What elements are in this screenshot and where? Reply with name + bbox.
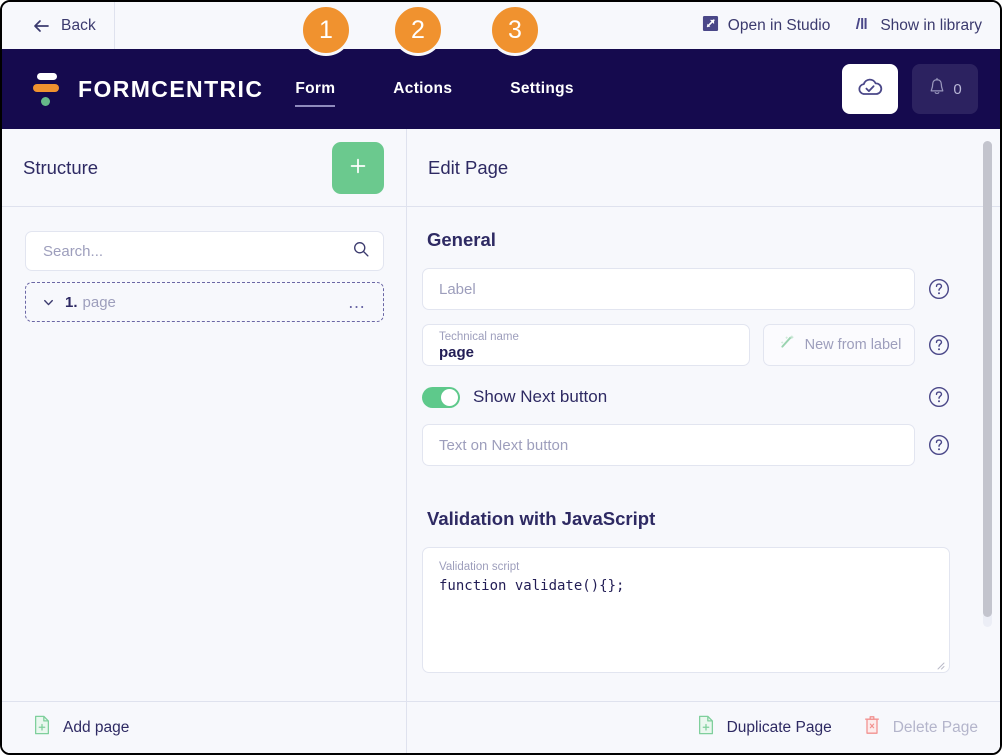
publish-button[interactable] — [842, 64, 898, 114]
search-icon[interactable] — [352, 240, 370, 263]
document-plus-icon — [32, 714, 52, 741]
step-badge-2: 2 — [392, 4, 444, 56]
library-bars-icon — [854, 15, 871, 37]
validation-section-title: Validation with JavaScript — [427, 508, 656, 529]
next-button-text-row: Text on Next button — [422, 424, 950, 466]
toggle-knob — [441, 388, 458, 406]
delete-page-label: Delete Page — [892, 718, 978, 736]
document-plus-icon — [696, 714, 716, 741]
trash-x-icon — [862, 714, 882, 741]
tree-item-index: 1. — [65, 293, 78, 311]
tree-item-more-button[interactable]: … — [348, 293, 368, 311]
footer-right: Duplicate Page Delete Page — [407, 702, 1000, 753]
chevron-down-icon[interactable] — [41, 295, 56, 310]
label-field-placeholder: Label — [439, 280, 476, 298]
tab-actions-label: Actions — [393, 80, 453, 97]
app-window: Back Open in Studio Show in library FORM… — [0, 0, 1002, 755]
next-button-text-field[interactable]: Text on Next button — [422, 424, 915, 466]
new-from-label-button[interactable]: New from label — [763, 324, 915, 366]
technical-name-field[interactable]: Technical name page — [422, 324, 750, 366]
technical-name-row: Technical name page New from label — [422, 324, 950, 366]
top-actions: Open in Studio Show in library — [702, 15, 1000, 37]
show-next-button-toggle[interactable] — [422, 386, 460, 408]
add-page-label: Add page — [63, 718, 130, 736]
help-circle-icon[interactable] — [928, 278, 950, 300]
duplicate-page-label: Duplicate Page — [726, 718, 832, 736]
resize-handle[interactable] — [934, 657, 945, 670]
help-circle-icon[interactable] — [928, 434, 950, 456]
bell-icon — [928, 77, 946, 102]
cloud-check-icon — [856, 75, 884, 104]
structure-header: Structure — [2, 129, 406, 207]
structure-panel: Structure Search... 1. page … — [2, 129, 407, 753]
tab-settings[interactable]: Settings — [510, 74, 574, 104]
duplicate-page-button[interactable]: Duplicate Page — [696, 714, 832, 741]
tree-item-page[interactable]: 1. page … — [25, 282, 384, 322]
back-button[interactable]: Back — [2, 2, 115, 49]
navbar-actions: 0 — [842, 64, 1000, 114]
main-navbar: FORMCENTRIC Form Actions Settings 0 — [2, 49, 1000, 129]
structure-title: Structure — [23, 156, 99, 178]
help-circle-icon[interactable] — [928, 334, 950, 356]
delete-page-button[interactable]: Delete Page — [862, 714, 978, 741]
brand-name: FORMCENTRIC — [78, 75, 264, 102]
label-field-row: Label — [422, 268, 950, 310]
validation-script-field[interactable]: Validation script function validate(){}; — [422, 547, 950, 673]
arrow-left-icon — [32, 17, 50, 35]
show-in-library-label: Show in library — [880, 16, 982, 34]
search-input[interactable] — [41, 241, 352, 261]
validation-script-value: function validate(){}; — [439, 578, 625, 594]
show-next-button-row: Show Next button — [422, 386, 950, 408]
validation-script-label: Validation script — [439, 561, 520, 573]
formcentric-logo-icon — [32, 71, 62, 107]
structure-body: 1. page … — [2, 207, 406, 753]
new-from-label-text: New from label — [804, 337, 902, 353]
footer-left: Add page — [2, 702, 407, 753]
show-next-button-label: Show Next button — [473, 387, 608, 406]
edit-page-body: General Label Technical name page New fr… — [407, 207, 1000, 753]
step-badge-3: 3 — [489, 4, 541, 56]
next-button-text-placeholder: Text on Next button — [439, 436, 569, 454]
step-badge-1: 1 — [300, 4, 352, 56]
label-field[interactable]: Label — [422, 268, 915, 310]
edit-page-header: Edit Page — [407, 129, 1000, 207]
notifications-button[interactable]: 0 — [912, 64, 978, 114]
body: Structure Search... 1. page … Edit Page … — [2, 129, 1000, 753]
tab-form[interactable]: Form — [295, 74, 336, 107]
open-in-studio-icon — [702, 15, 719, 37]
technical-name-label: Technical name — [439, 330, 519, 343]
search-box[interactable] — [25, 231, 384, 271]
magic-wand-icon — [777, 334, 796, 357]
general-section-title: General — [427, 229, 496, 250]
open-in-studio-label: Open in Studio — [727, 16, 831, 34]
page-title: Edit Page — [428, 156, 509, 178]
step-badge-2-number: 2 — [411, 15, 425, 44]
help-circle-icon[interactable] — [928, 386, 950, 408]
plus-icon — [347, 152, 369, 184]
edit-page-panel: Edit Page General Label Technical name p… — [407, 129, 1000, 753]
show-in-library-button[interactable]: Show in library — [854, 15, 982, 37]
add-page-button[interactable]: Add page — [32, 714, 129, 741]
technical-name-value: page — [439, 343, 475, 361]
step-badge-1-number: 1 — [319, 15, 333, 44]
add-element-button[interactable] — [332, 141, 384, 194]
tab-form-label: Form — [295, 80, 336, 97]
tree-item-label: page — [82, 293, 116, 311]
nav-tabs: Form Actions Settings — [295, 74, 631, 107]
step-badge-3-number: 3 — [508, 15, 522, 44]
tab-settings-label: Settings — [510, 80, 574, 97]
brand-logo[interactable]: FORMCENTRIC — [2, 71, 263, 107]
open-in-studio-button[interactable]: Open in Studio — [702, 15, 831, 37]
footer-bar: Add page Duplicate Page Delete Page — [2, 701, 1000, 753]
scrollbar-thumb[interactable] — [983, 141, 992, 617]
back-label: Back — [61, 16, 96, 34]
vertical-scrollbar[interactable] — [983, 141, 992, 627]
tab-actions[interactable]: Actions — [393, 74, 452, 104]
notifications-count: 0 — [953, 80, 962, 98]
